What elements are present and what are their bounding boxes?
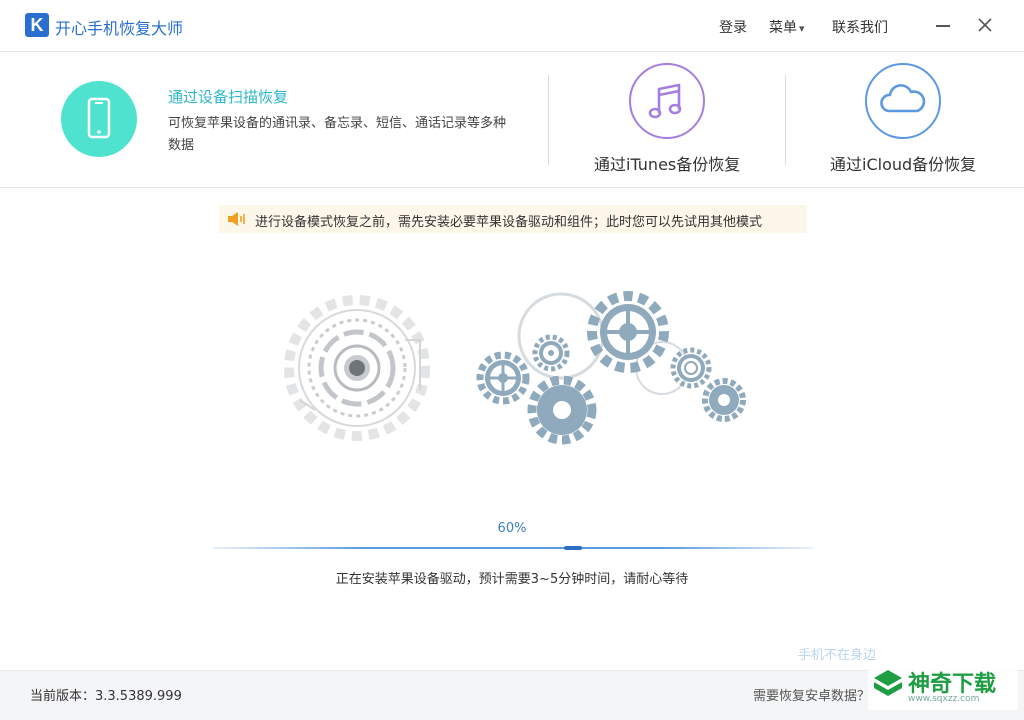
divider bbox=[548, 75, 549, 165]
watermark-url: www.sqxzz.com bbox=[908, 694, 980, 704]
progress-percent: 60% bbox=[497, 521, 527, 536]
icloud-backup-button[interactable] bbox=[865, 63, 941, 139]
itunes-backup-button[interactable] bbox=[629, 63, 705, 139]
icloud-backup-label[interactable]: 通过iCloud备份恢复 bbox=[830, 151, 976, 175]
app-title: 开心手机恢复大师 bbox=[55, 19, 184, 38]
close-button[interactable] bbox=[976, 16, 994, 34]
notice-text: 进行设备模式恢复之前，需先安装必要苹果设备驱动和组件；此时您可以先试用其他模式 bbox=[255, 215, 763, 230]
recovery-modes: 通过设备扫描恢复 可恢复苹果设备的通讯录、备忘录、短信、通话记录等多种数据 通过… bbox=[0, 53, 1024, 188]
site-watermark: 神奇下载 www.sqxzz.com bbox=[868, 662, 1018, 710]
menu-label: 菜单 bbox=[769, 20, 797, 36]
bottom-gear-icon bbox=[527, 375, 597, 445]
minimize-button[interactable] bbox=[936, 25, 950, 27]
large-light-gear-icon bbox=[284, 295, 430, 441]
title-bar: K 开心手机恢复大师 登录 菜单 ▾ 联系我们 bbox=[0, 0, 1024, 52]
android-recovery-link[interactable]: 需要恢复安卓数据？ bbox=[753, 685, 870, 704]
far-right-gear-icon bbox=[702, 378, 746, 422]
chevron-down-icon: ▾ bbox=[799, 22, 805, 35]
device-scan-description: 可恢复苹果设备的通讯录、备忘录、短信、通话记录等多种数据 bbox=[168, 116, 507, 153]
device-scan-title[interactable]: 通过设备扫描恢复 bbox=[168, 86, 288, 107]
watermark-logo-icon bbox=[874, 670, 902, 696]
tiny-gear-icon bbox=[532, 334, 570, 372]
speaker-icon bbox=[228, 212, 245, 226]
music-note-icon bbox=[648, 83, 682, 119]
app-logo: K bbox=[25, 13, 49, 37]
progress-bar bbox=[213, 546, 813, 550]
large-gear-icon bbox=[587, 291, 669, 373]
small-gear-left-icon bbox=[476, 351, 530, 405]
driver-notice: 进行设备模式恢复之前，需先安装必要苹果设备驱动和组件；此时您可以先试用其他模式 bbox=[219, 205, 807, 233]
contact-us-link[interactable]: 联系我们 bbox=[832, 17, 888, 37]
menu-button[interactable]: 菜单 ▾ bbox=[769, 17, 805, 37]
progress-indicator bbox=[564, 546, 582, 550]
close-icon bbox=[978, 18, 992, 32]
phone-icon bbox=[87, 97, 111, 139]
version-label: 当前版本：3.3.5389.999 bbox=[30, 689, 182, 704]
itunes-backup-label[interactable]: 通过iTunes备份恢复 bbox=[594, 151, 740, 175]
device-scan-button[interactable] bbox=[61, 81, 137, 157]
progress-status: 正在安装苹果设备驱动，预计需要3~5分钟时间，请耐心等待 bbox=[335, 572, 689, 587]
divider bbox=[785, 75, 786, 165]
gears-illustration bbox=[284, 291, 746, 445]
phone-not-nearby-link[interactable]: 手机不在身边 bbox=[798, 644, 876, 663]
login-link[interactable]: 登录 bbox=[719, 17, 747, 37]
right-gear-icon bbox=[670, 347, 712, 389]
cloud-icon bbox=[880, 84, 926, 113]
